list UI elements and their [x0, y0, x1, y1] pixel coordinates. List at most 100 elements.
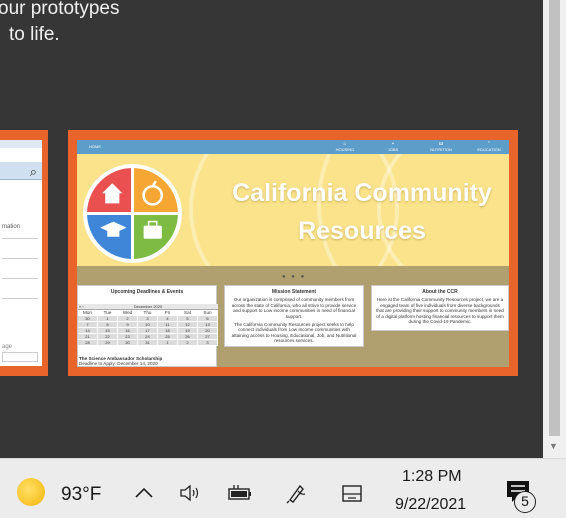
calendar-day-cell[interactable]: 1 [98, 316, 118, 321]
headline-line-2: to life. [9, 24, 60, 45]
vertical-scrollbar[interactable]: ▼ [543, 0, 566, 458]
calendar-day-cell[interactable]: 19 [178, 328, 198, 333]
calendar-day-cell[interactable]: 12 [178, 322, 198, 327]
pen-icon[interactable] [281, 481, 309, 505]
calendar-day-cell[interactable]: 16 [118, 328, 138, 333]
battery-charging-icon[interactable] [226, 481, 254, 505]
calendar-header: « ‹ December 2020 [78, 304, 218, 310]
chevron-up-icon[interactable] [130, 481, 158, 505]
slide-thumbnail-previous[interactable]: ⌕ mation age [0, 130, 48, 376]
calendar-day-cell[interactable]: 2 [118, 316, 138, 321]
calendar-day-cell[interactable]: 22 [98, 334, 118, 339]
weather-temperature[interactable]: 93°F [61, 484, 101, 506]
nav-nutrition[interactable]: ш NUTRITION [423, 141, 459, 152]
about-body: Here at the California Community Resourc… [376, 297, 504, 325]
calendar[interactable]: « ‹ December 2020 Mon Tue Wed Thu Fri Sat Sun … [78, 304, 218, 346]
carousel-dots[interactable]: ● ● ● [282, 274, 306, 280]
mission-paragraph-2: The California Community Resources proje… [231, 322, 357, 344]
calendar-week-row: 28 29 30 31 1 2 3 [78, 340, 218, 346]
calendar-day-cell[interactable]: 23 [118, 334, 138, 339]
headline-line-1: our prototypes [0, 0, 120, 19]
calendar-month: December 2020 [133, 304, 163, 309]
hero-title-line-2: Resources [298, 217, 426, 245]
calendar-day-cell[interactable]: 30 [118, 340, 138, 345]
calendar-day-cell[interactable]: 15 [98, 328, 118, 333]
sun-icon[interactable] [17, 478, 45, 506]
calendar-day-header: Tue [98, 310, 118, 315]
calendar-day-cell[interactable]: 9 [118, 322, 138, 327]
calendar-day-cell[interactable]: 30 [78, 316, 98, 321]
nav-jobs[interactable]: ▪ JOBS [375, 141, 411, 152]
nav-education-label: EDUCATION [477, 147, 501, 152]
ccr-logo [83, 164, 182, 263]
calendar-day-header: Sun [198, 310, 218, 315]
calendar-day-cell[interactable]: 27 [198, 334, 218, 339]
calendar-prev-button[interactable]: « ‹ [79, 304, 84, 310]
about-card: About the CCR Here at the California Com… [371, 285, 509, 331]
divider [2, 238, 38, 239]
nav-jobs-label: JOBS [387, 147, 399, 152]
slide-fragment-box [2, 352, 38, 362]
nav-housing[interactable]: ⌂ HOUSING [327, 141, 363, 152]
about-title: About the CCR [422, 289, 458, 295]
calendar-day-cell[interactable]: 14 [78, 328, 98, 333]
calendar-day-cell[interactable]: 17 [138, 328, 158, 333]
calendar-day-cell[interactable]: 20 [198, 328, 218, 333]
calendar-day-cell[interactable]: 1 [158, 340, 178, 345]
calendar-day-cell[interactable]: 8 [98, 322, 118, 327]
calendar-day-cell[interactable]: 26 [178, 334, 198, 339]
calendar-day-cell[interactable]: 31 [138, 340, 158, 345]
calendar-day-cell[interactable]: 24 [138, 334, 158, 339]
scrollbar-thumb[interactable] [549, 0, 560, 436]
calendar-day-cell[interactable]: 29 [98, 340, 118, 345]
notification-count-badge: 5 [514, 491, 536, 513]
touch-keyboard-icon[interactable] [338, 481, 366, 505]
divider [2, 298, 38, 299]
calendar-day-cell[interactable]: 10 [138, 322, 158, 327]
nav-home[interactable]: HOME [89, 144, 125, 149]
event-deadline: Deadline to Apply: December 14, 2020 [79, 361, 158, 366]
search-icon: ⌕ [29, 164, 37, 179]
calendar-weeks: 30 1 2 3 4 5 6 7 8 9 10 11 12 13 14 15 16 17 18 19 20 21 22 23 2… [78, 316, 218, 346]
calendar-day-cell[interactable]: 11 [158, 322, 178, 327]
calendar-day-cell[interactable]: 21 [78, 334, 98, 339]
slide-fragment-text: mation [2, 224, 21, 230]
calendar-day-cell[interactable]: 6 [198, 316, 218, 321]
calendar-day-header: Wed [118, 310, 138, 315]
slide-thumbnail-current[interactable]: HOME ⌂ HOUSING ▪ JOBS ш NUTRITION ⌃ EDUC… [68, 130, 518, 376]
calendar-day-header: Thu [138, 310, 158, 315]
logo-quadrant [132, 168, 178, 214]
calendar-day-cell[interactable]: 5 [178, 316, 198, 321]
browser-tabbar [0, 140, 42, 148]
slide-previous-content: ⌕ mation age [0, 140, 42, 366]
headline-text: our prototypes to life. [0, 0, 119, 48]
calendar-day-cell[interactable]: 3 [138, 316, 158, 321]
mission-paragraph-1: Our organization is comprised of communi… [231, 297, 357, 319]
clock-time[interactable]: 1:28 PM [402, 468, 462, 486]
hero-title: California Community Resources [217, 174, 507, 250]
site-navbar: HOME ⌂ HOUSING ▪ JOBS ш NUTRITION ⌃ EDUC… [77, 140, 509, 154]
taskbar: 93°F 1:28 PM 9/22/2021 5 [0, 458, 566, 518]
nav-housing-label: HOUSING [335, 147, 355, 152]
calendar-day-cell[interactable]: 18 [158, 328, 178, 333]
mission-statement-card: Mission Statement Our organization is co… [224, 285, 364, 347]
calendar-day-cell[interactable]: 7 [78, 322, 98, 327]
nav-education[interactable]: ⌃ EDUCATION [471, 141, 507, 152]
calendar-day-cell[interactable]: 3 [198, 340, 218, 345]
mission-title: Mission Statement [271, 289, 317, 295]
hero-banner: California Community Resources [77, 154, 509, 266]
calendar-day-cell[interactable]: 4 [158, 316, 178, 321]
upcoming-deadlines-card: Upcoming Deadlines & Events « ‹ December… [77, 285, 218, 367]
calendar-day-cell[interactable]: 13 [198, 322, 218, 327]
clock-date[interactable]: 9/22/2021 [395, 496, 466, 514]
calendar-day-cell[interactable]: 28 [78, 340, 98, 345]
calendar-day-cell[interactable]: 25 [158, 334, 178, 339]
calendar-day-cell[interactable]: 2 [178, 340, 198, 345]
scroll-down-arrow-icon[interactable]: ▼ [549, 441, 558, 451]
calendar-day-header: Fri [158, 310, 178, 315]
calendar-day-header: Sat [178, 310, 198, 315]
divider [2, 258, 38, 259]
calendar-day-header: Mon [78, 310, 98, 315]
speaker-icon[interactable] [176, 481, 204, 505]
upcoming-title: Upcoming Deadlines & Events [110, 289, 184, 295]
